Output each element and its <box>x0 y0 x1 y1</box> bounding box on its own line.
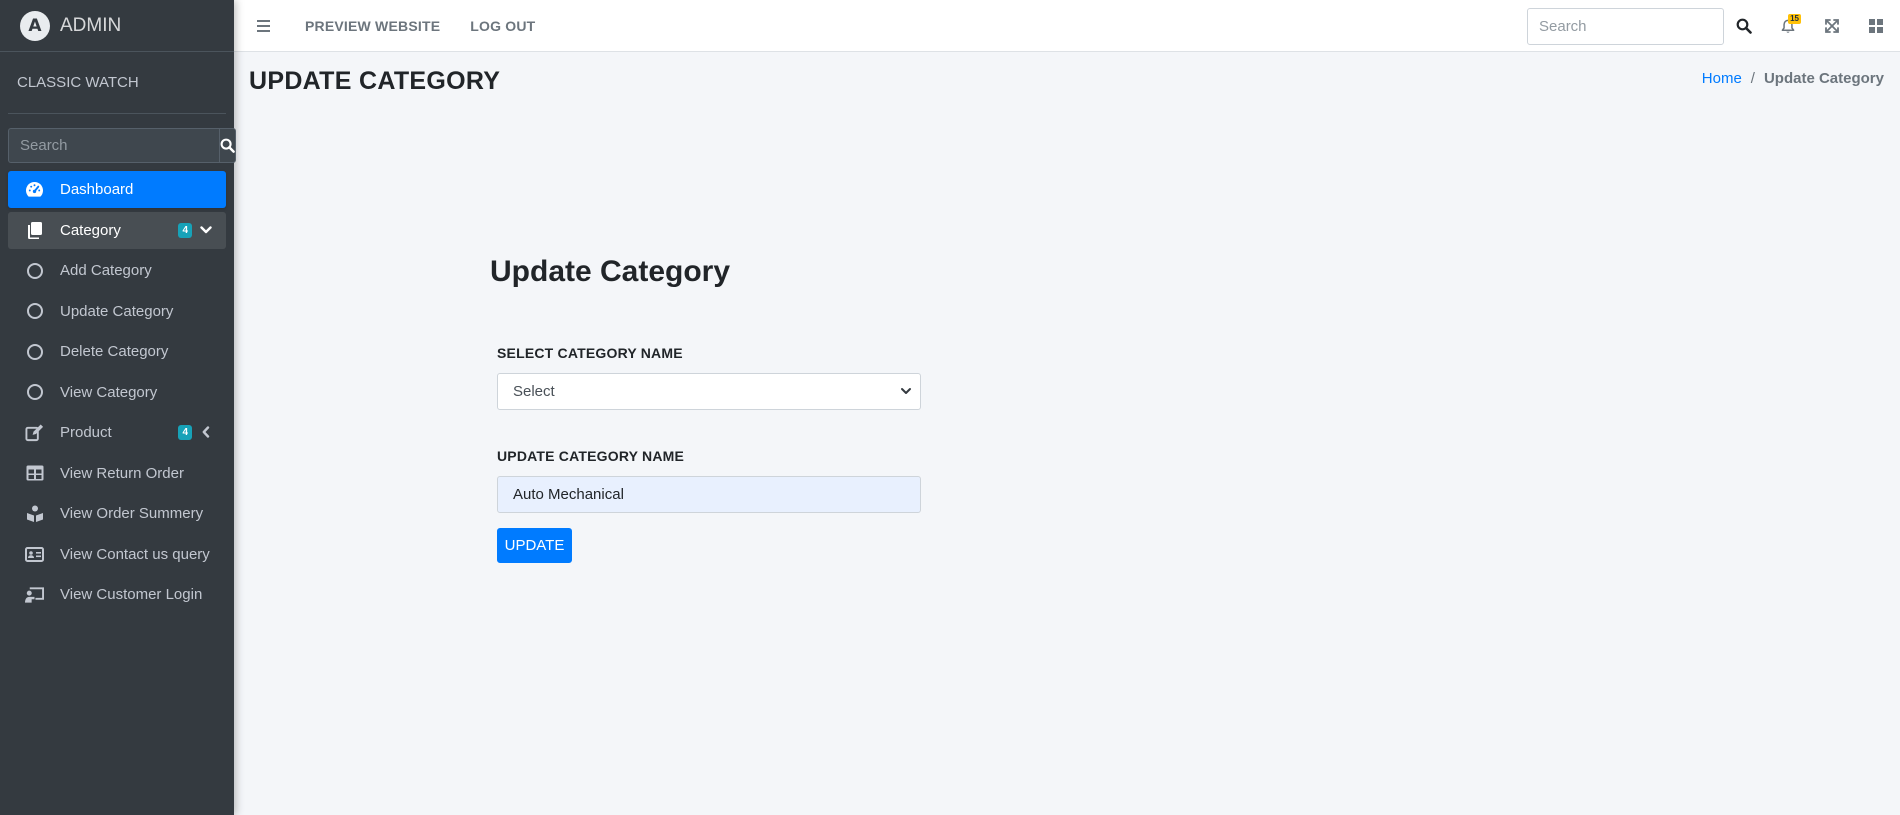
navbar-search-button[interactable] <box>1724 6 1764 46</box>
sidebar-item-delete-category[interactable]: Delete Category <box>8 333 226 370</box>
hamburger-menu-icon[interactable] <box>257 17 275 35</box>
sidebar-item-view-return-order[interactable]: View Return Order <box>8 455 226 492</box>
sidebar-item-label: Product <box>60 424 112 441</box>
user-panel[interactable]: CLASSIC WATCH <box>8 52 226 114</box>
th-large-icon <box>1869 19 1883 33</box>
search-icon <box>220 138 235 153</box>
sidebar-item-category[interactable]: Category 4 <box>8 211 226 249</box>
top-navbar: PREVIEW WEBSITE LOG OUT 15 <box>234 0 1900 52</box>
update-button[interactable]: UPDATE <box>497 528 572 563</box>
address-card-icon <box>25 545 44 564</box>
content-wrapper: UPDATE CATEGORY Home / Update Category U… <box>234 52 1900 815</box>
category-count-badge: 4 <box>178 222 192 238</box>
brand-logo: A <box>20 10 50 41</box>
sidebar-item-view-customer-login[interactable]: View Customer Login <box>8 576 226 613</box>
sidebar-item-update-category[interactable]: Update Category <box>8 293 226 330</box>
navbar-search-input[interactable] <box>1527 7 1724 45</box>
sidebar-item-label: Delete Category <box>60 343 169 360</box>
copy-icon <box>25 221 44 240</box>
sidebar-item-label: Category <box>60 221 121 239</box>
preview-website-link[interactable]: PREVIEW WEBSITE <box>305 18 440 34</box>
logout-link[interactable]: LOG OUT <box>470 18 535 34</box>
sidebar-item-view-order-summery[interactable]: View Order Summery <box>8 495 226 532</box>
breadcrumb-separator: / <box>1750 70 1755 87</box>
sidebar-nav: Dashboard Category 4 Add Category Update… <box>8 171 226 613</box>
expand-arrows-icon <box>1825 19 1839 33</box>
sidebar-item-label: View Return Order <box>60 464 184 482</box>
circle-icon <box>25 302 44 321</box>
sidebar-search <box>8 128 236 163</box>
sidebar-item-dashboard[interactable]: Dashboard <box>8 171 226 208</box>
breadcrumb-home-link[interactable]: Home <box>1702 70 1742 87</box>
product-count-badge: 4 <box>178 425 192 440</box>
sidebar-item-label: View Category <box>60 383 158 401</box>
sidebar: A ADMIN CLASSIC WATCH Dashboard Category… <box>0 0 236 815</box>
circle-icon <box>25 383 44 402</box>
fullscreen-button[interactable] <box>1812 6 1852 46</box>
notifications-button[interactable]: 15 <box>1768 6 1808 46</box>
brand-text: ADMIN <box>60 14 122 36</box>
sidebar-item-label: View Order Summery <box>60 505 204 522</box>
table-icon <box>25 464 44 483</box>
sidebar-search-input[interactable] <box>8 128 219 163</box>
sidebar-item-label: Dashboard <box>60 181 134 198</box>
update-category-name-label: UPDATE CATEGORY NAME <box>497 448 685 464</box>
control-sidebar-button[interactable] <box>1856 6 1896 46</box>
user-name[interactable]: CLASSIC WATCH <box>17 74 139 91</box>
breadcrumb-current: Update Category <box>1763 70 1884 87</box>
chevron-left-icon <box>198 424 214 440</box>
category-select-value: Select <box>513 383 555 400</box>
category-select[interactable]: Select <box>497 373 921 410</box>
sidebar-item-label: View Customer Login <box>60 586 203 603</box>
brand-link[interactable]: A ADMIN <box>0 0 234 52</box>
sidebar-item-add-category[interactable]: Add Category <box>8 252 226 289</box>
notification-count-badge: 15 <box>1788 14 1801 24</box>
edit-icon <box>25 423 44 442</box>
sidebar-item-label: Add Category <box>60 262 152 279</box>
sidebar-item-view-category[interactable]: View Category <box>8 374 226 411</box>
sidebar-item-product[interactable]: Product 4 <box>8 414 226 451</box>
sidebar-item-view-contact-us-query[interactable]: View Contact us query <box>8 536 226 573</box>
category-name-input[interactable] <box>497 476 921 513</box>
book-reader-icon <box>25 504 44 523</box>
sidebar-item-label: View Contact us query <box>60 545 210 563</box>
circle-icon <box>25 342 44 361</box>
form-heading: Update Category <box>490 255 731 288</box>
breadcrumb: Home / Update Category <box>1702 70 1884 87</box>
page-title: UPDATE CATEGORY <box>249 67 501 95</box>
select-category-label: SELECT CATEGORY NAME <box>497 345 683 361</box>
circle-icon <box>25 261 44 280</box>
chalkboard-teacher-icon <box>25 585 44 604</box>
sidebar-item-label: Update Category <box>60 302 174 320</box>
search-icon <box>1736 18 1752 34</box>
navbar-right: 15 <box>1527 0 1900 52</box>
chevron-down-icon <box>198 222 214 238</box>
chevron-down-icon <box>901 388 911 394</box>
tachometer-icon <box>25 180 44 199</box>
sidebar-search-button[interactable] <box>219 128 236 163</box>
